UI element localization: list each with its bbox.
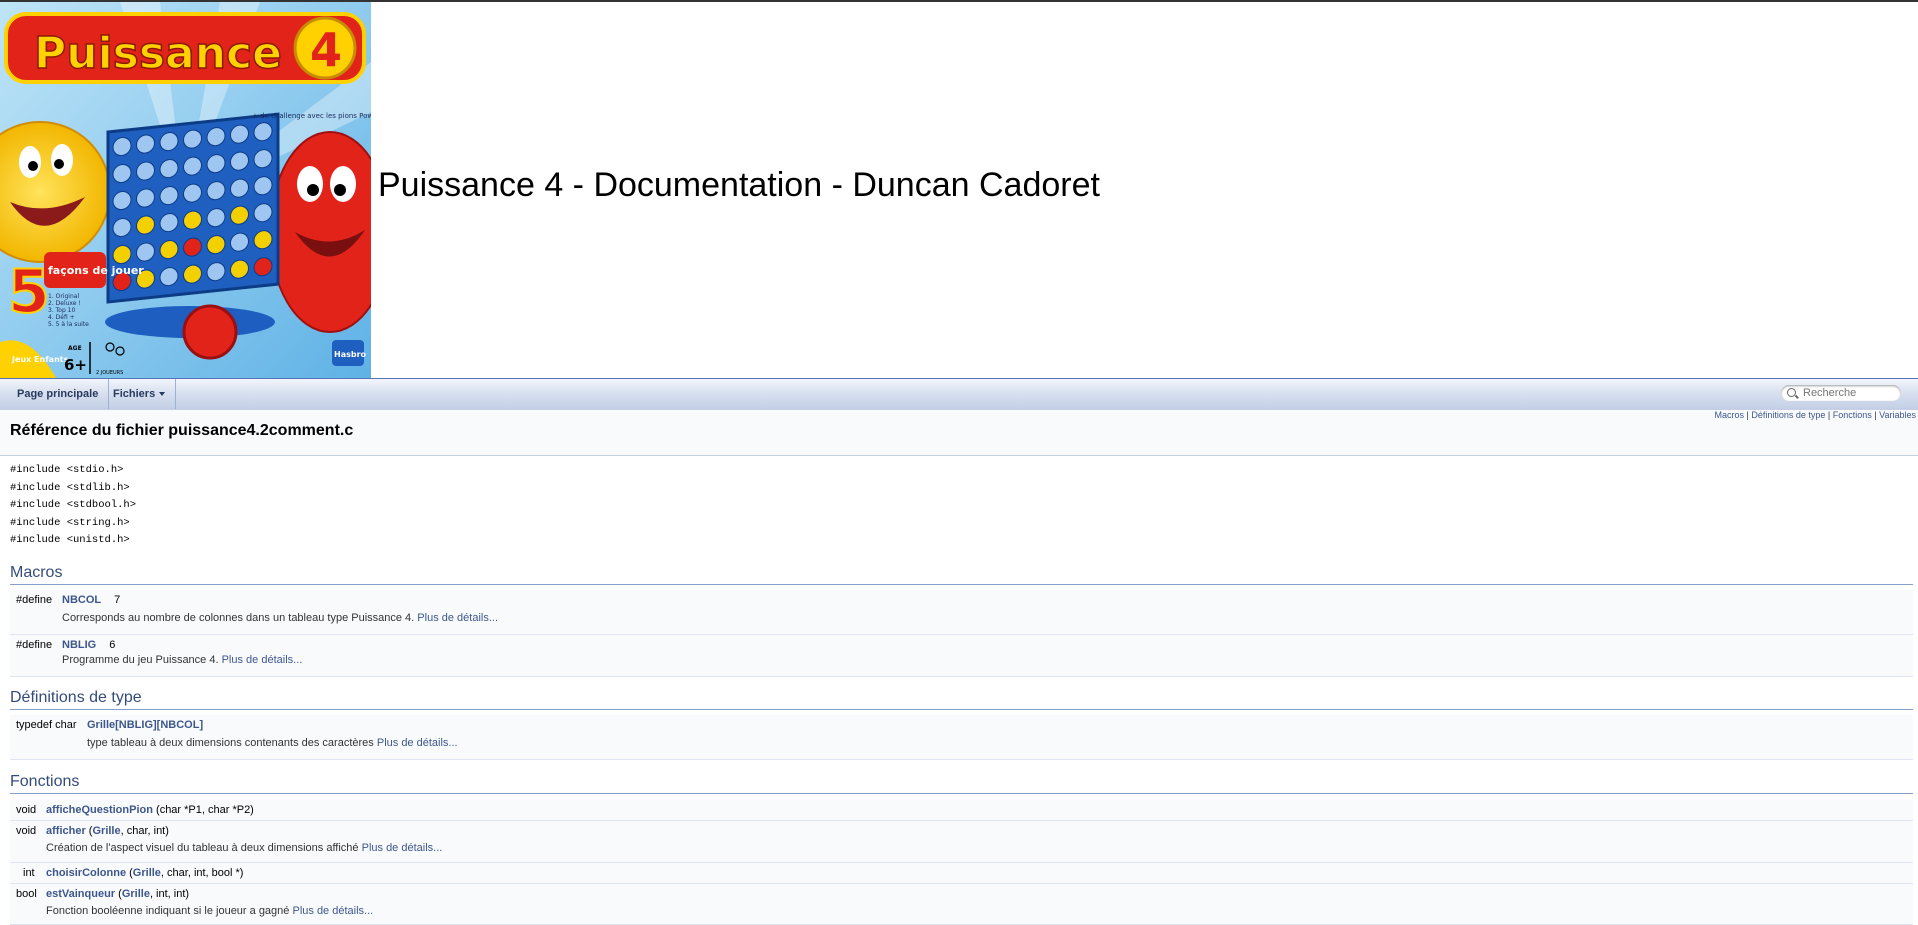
typedef-description: type tableau à deux dimensions contenant… — [87, 737, 374, 749]
nav-files[interactable]: Fichiers — [103, 379, 177, 409]
function-link-estvainqueur[interactable]: estVainqueur — [46, 888, 115, 900]
project-name: Puissance 4 - Documentation - Duncan Cad… — [378, 166, 1100, 204]
include-line: #include <stdlib.h> — [10, 481, 130, 494]
logo-age-value: 6+ — [64, 356, 87, 374]
logo-ways-text: façons de jouer — [48, 264, 144, 277]
function-args-open: ( — [115, 888, 122, 900]
project-logo: Puissance 4 + de challenge avec les pion… — [0, 2, 371, 378]
nav-main-page[interactable]: Page principale — [7, 379, 110, 409]
logo-mode-item: 3. Top 10 — [48, 307, 75, 314]
logo-mode-item: 1. Original — [48, 293, 79, 300]
main-nav: Page principale Fichiers — [0, 379, 1918, 410]
summary-link-variables[interactable]: Variables — [1879, 410, 1916, 420]
macro-row: #define NBLIG 6 Programme du jeu Puissan… — [10, 635, 1913, 677]
function-link-affichequestionpion[interactable]: afficheQuestionPion — [46, 804, 153, 816]
typedef-row: typedef char Grille[NBLIG][NBCOL] type t… — [10, 715, 1913, 760]
function-description: Fonction booléenne indiquant si le joueu… — [46, 905, 290, 917]
logo-brand: Hasbro — [334, 350, 367, 359]
logo-age-label: AGE — [68, 345, 82, 352]
function-args-rest: , char, int, bool *) — [160, 867, 244, 879]
search-box[interactable] — [1781, 385, 1901, 401]
type-link-grille[interactable]: Grille — [133, 867, 161, 879]
macro-row: #define NBCOL 7 Corresponds au nombre de… — [10, 590, 1913, 635]
function-link-choisircolonne[interactable]: choisirColonne — [46, 867, 126, 879]
more-details-link[interactable]: Plus de détails... — [417, 612, 498, 624]
typedef-keyword: typedef char — [16, 719, 77, 731]
function-args-rest: , int, int) — [149, 888, 190, 900]
macro-description: Corresponds au nombre de colonnes dans u… — [62, 612, 415, 624]
function-description: Création de l'aspect visuel du tableau à… — [46, 842, 359, 854]
nav-files-label: Fichiers — [113, 388, 156, 400]
logo-challenge-text: + de challenge avec les pions Power ! — [252, 112, 371, 120]
type-link-grille[interactable]: Grille — [92, 825, 120, 837]
function-link-afficher[interactable]: afficher — [46, 825, 86, 837]
macro-value: 6 — [109, 639, 116, 651]
function-row: bool estVainqueur (Grille, int, int) Fon… — [10, 884, 1913, 925]
function-args-rest: , char, int) — [120, 825, 169, 837]
include-line: #include <string.h> — [10, 516, 130, 529]
function-return-type: int — [23, 867, 35, 879]
title-area: Puissance 4 + de challenge avec les pion… — [0, 2, 1918, 379]
include-line: #include <unistd.h> — [10, 534, 130, 547]
section-heading-functions[interactable]: Fonctions — [10, 773, 1913, 794]
chevron-down-icon — [159, 392, 166, 397]
macro-keyword: #define — [16, 639, 53, 651]
logo-badge: Jeux Enfants — [11, 355, 69, 364]
typedef-link-grille[interactable]: Grille[NBLIG][NBCOL] — [87, 719, 203, 731]
summary-link-macros[interactable]: Macros — [1714, 410, 1744, 420]
macro-link-nblig[interactable]: NBLIG — [62, 639, 96, 651]
logo-mode-item: 4. Défi + — [48, 314, 75, 321]
more-details-link[interactable]: Plus de détails... — [377, 737, 458, 749]
more-details-link[interactable]: Plus de détails... — [362, 842, 443, 854]
summary-link-functions[interactable]: Fonctions — [1833, 410, 1872, 420]
function-return-type: void — [16, 804, 37, 816]
section-heading-macros[interactable]: Macros — [10, 564, 1913, 585]
more-details-link[interactable]: Plus de détails... — [222, 654, 303, 666]
macro-link-nbcol[interactable]: NBCOL — [62, 594, 101, 606]
more-details-link[interactable]: Plus de détails... — [292, 905, 373, 917]
macro-description: Programme du jeu Puissance 4. — [62, 654, 219, 666]
function-args-open: ( — [126, 867, 133, 879]
logo-ways-number: 5 — [8, 257, 50, 327]
function-return-type: bool — [16, 888, 37, 900]
function-row: void afficher (Grille, char, int) Créati… — [10, 821, 1913, 863]
page-title: Référence du fichier puissance4.2comment… — [10, 422, 354, 439]
type-link-grille[interactable]: Grille — [122, 888, 150, 900]
macro-value: 7 — [114, 594, 121, 606]
include-line: #include <stdbool.h> — [10, 499, 137, 512]
function-return-type: void — [16, 825, 37, 837]
section-heading-typedefs[interactable]: Définitions de type — [10, 689, 1913, 710]
macro-keyword: #define — [16, 594, 53, 606]
summary-links: Macros | Définitions de type | Fonctions… — [1714, 410, 1916, 420]
summary-link-typedefs[interactable]: Définitions de type — [1751, 410, 1825, 420]
logo-number: 4 — [310, 23, 342, 77]
logo-players: 2 JOUEURS — [96, 370, 123, 376]
logo-mode-item: 5. 5 à la suite — [48, 321, 89, 328]
function-row: int choisirColonne (Grille, char, int, b… — [10, 863, 1913, 884]
search-icon — [1787, 388, 1796, 397]
search-input[interactable] — [1803, 386, 1895, 399]
include-line: #include <stdio.h> — [10, 464, 124, 476]
logo-mode-item: 2. Deluxe ! — [48, 300, 81, 307]
page-header: Macros | Définitions de type | Fonctions… — [0, 410, 1918, 456]
include-list: #include <stdio.h> #include <stdlib.h> #… — [10, 462, 136, 550]
function-row: void afficheQuestionPion (char *P1, char… — [10, 800, 1913, 821]
function-args: (char *P1, char *P2) — [152, 804, 254, 816]
logo-title: Puissance — [34, 28, 282, 79]
